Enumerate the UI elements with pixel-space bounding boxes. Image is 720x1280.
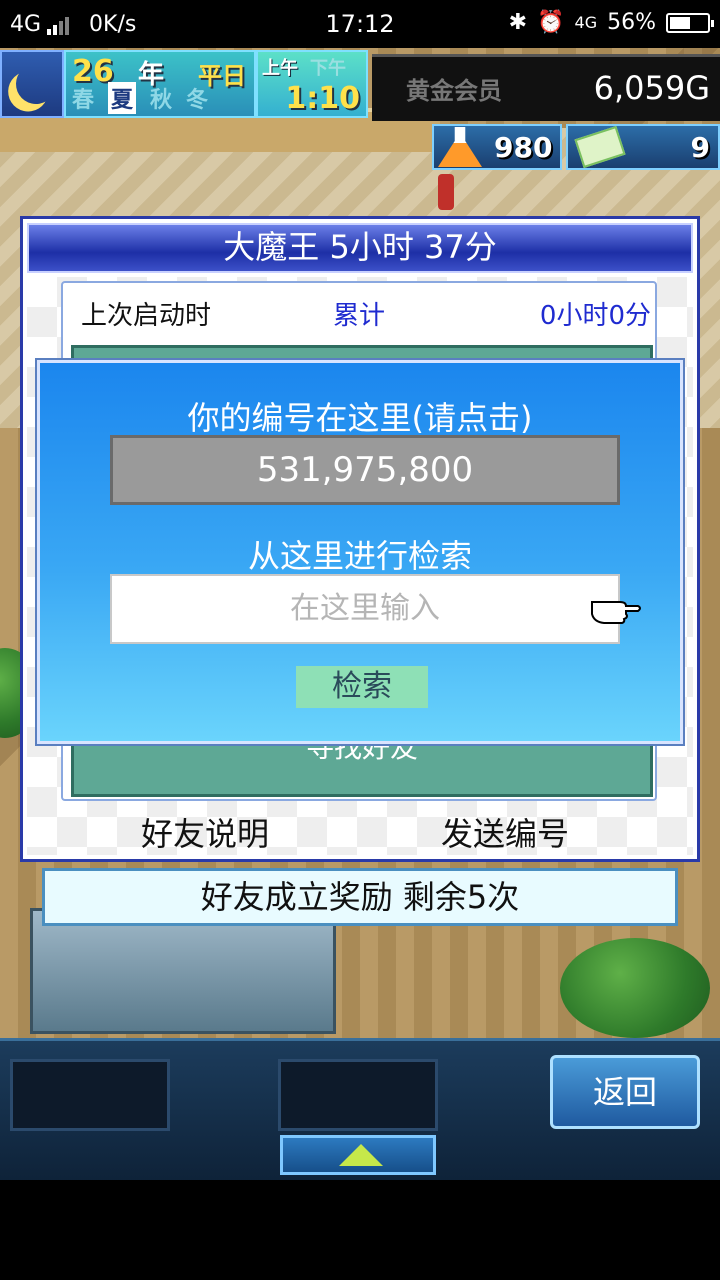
back-button[interactable]: 返回 bbox=[550, 1055, 700, 1129]
season-list: 春 夏 秋 冬 bbox=[72, 82, 208, 114]
status-bar: 4G 0K/s 17:12 ✱ ⏰ 4G 56% bbox=[0, 0, 720, 48]
pm-label: 下午 bbox=[310, 58, 346, 79]
status-right: ✱ ⏰ 4G 56% bbox=[508, 10, 714, 35]
season-spring: 春 bbox=[72, 88, 95, 113]
search-title: 从这里进行检索 bbox=[247, 537, 472, 575]
ticket-icon bbox=[574, 125, 627, 169]
alarm-icon: ⏰ bbox=[537, 10, 565, 35]
dialog-title: 你的编号在这里(请点击) bbox=[187, 399, 533, 437]
friend-search-dialog: 你的编号在这里(请点击) 531,975,800 从这里进行检索 在这里输入 检… bbox=[37, 360, 683, 744]
menu-slot-1[interactable] bbox=[10, 1059, 170, 1131]
gold-amount: 6,059G bbox=[593, 69, 710, 107]
membership-label: 黄金会员 bbox=[406, 77, 502, 105]
date-panel: 26 年 平日 春 夏 秋 冬 bbox=[64, 50, 256, 118]
friend-reward-banner: 好友成立奖励 剩余5次 bbox=[42, 868, 678, 926]
research-points: 980 bbox=[494, 130, 553, 164]
bottom-menu-bar: 返回 bbox=[0, 1038, 720, 1183]
tree-decoration bbox=[560, 938, 710, 1038]
friend-help-button[interactable]: 好友说明 bbox=[141, 809, 269, 855]
fire-extinguisher-icon bbox=[438, 174, 454, 210]
play-time-row: 上次启动时 累计 0小时0分 bbox=[81, 295, 651, 332]
game-clock: 1:10 bbox=[285, 81, 360, 116]
research-points-box: 980 bbox=[432, 124, 563, 170]
night-indicator bbox=[0, 50, 64, 118]
moon-icon bbox=[13, 61, 59, 107]
season-summer: 夏 bbox=[108, 82, 137, 114]
pointing-hand-icon bbox=[591, 601, 641, 624]
menu-slot-2[interactable] bbox=[278, 1059, 438, 1131]
total-label: 累计 bbox=[333, 301, 386, 331]
money-panel: 黄金会员 6,059G bbox=[372, 54, 720, 121]
season-winter: 冬 bbox=[186, 88, 209, 113]
expand-menu-button[interactable] bbox=[280, 1135, 436, 1175]
resource-bar: 980 9 bbox=[432, 124, 720, 170]
bottom-blank bbox=[0, 1180, 720, 1280]
total-value: 0小时0分 bbox=[539, 301, 651, 331]
battery-percent: 56% bbox=[607, 10, 656, 35]
bluetooth-icon: ✱ bbox=[508, 10, 528, 35]
search-button[interactable]: 检索 bbox=[296, 666, 428, 708]
time-panel: 上午 下午 1:10 bbox=[256, 50, 368, 118]
season-autumn: 秋 bbox=[150, 88, 173, 113]
last-launch-label: 上次启动时 bbox=[81, 301, 212, 331]
glass-facade bbox=[30, 908, 336, 1034]
user-id-box[interactable]: 531,975,800 bbox=[110, 435, 620, 505]
am-label: 上午 bbox=[262, 58, 298, 79]
battery-icon bbox=[666, 12, 714, 33]
flask-icon bbox=[438, 127, 482, 167]
panel-title: 大魔王 5小时 37分 bbox=[27, 223, 693, 273]
search-input[interactable]: 在这里输入 bbox=[110, 574, 620, 644]
arrow-up-icon bbox=[339, 1144, 383, 1166]
network-type-2: 4G bbox=[574, 13, 598, 32]
send-id-button[interactable]: 发送编号 bbox=[441, 809, 569, 855]
ticket-count: 9 bbox=[690, 130, 710, 164]
tickets-box: 9 bbox=[566, 124, 720, 170]
